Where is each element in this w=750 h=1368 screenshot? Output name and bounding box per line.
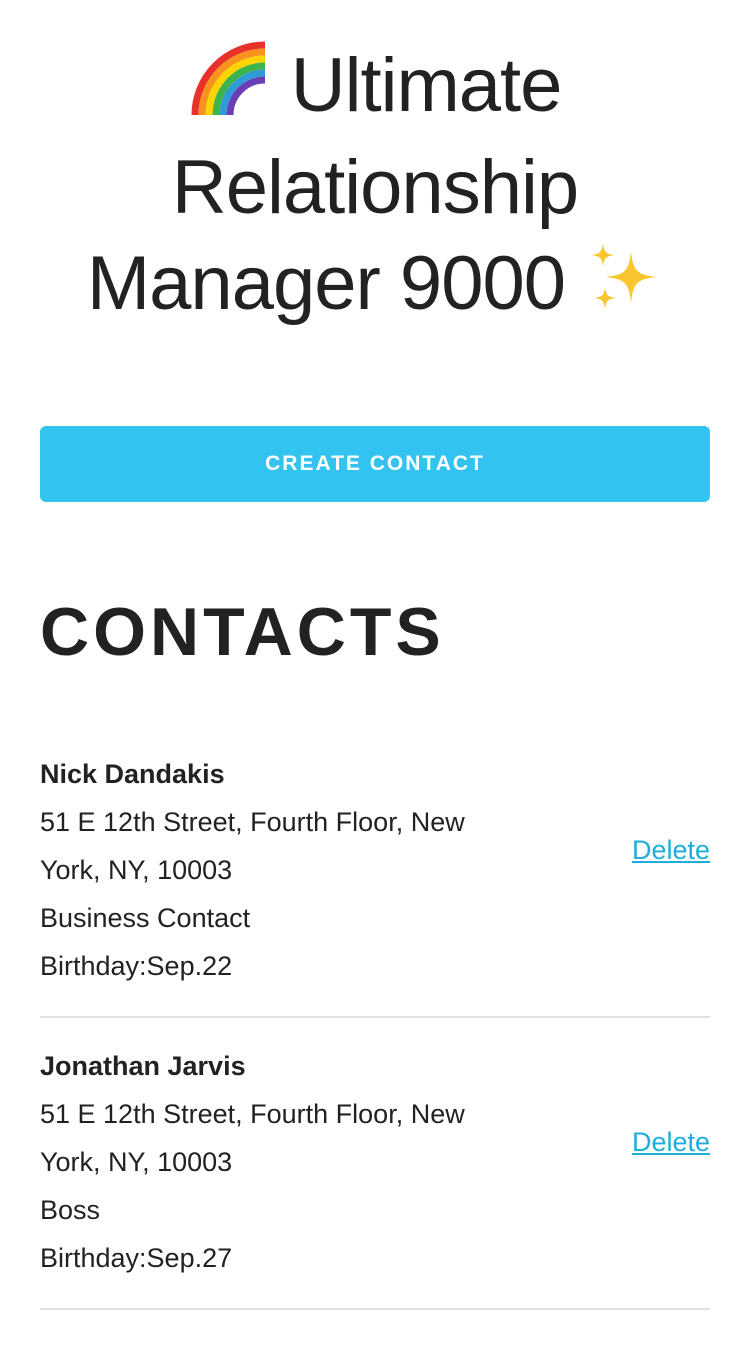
contact-item: Jonathan Jarvis 51 E 12th Street, Fourth…	[40, 1042, 710, 1310]
contacts-heading: CONTACTS	[40, 594, 445, 670]
page-title: Ultimate Relationship Manager 9000	[40, 0, 710, 338]
contact-item: Nick Dandakis 51 E 12th Street, Fourth F…	[40, 750, 710, 1018]
title-line-1: Ultimate	[40, 38, 710, 140]
contact-name: Nick Dandakis	[40, 759, 225, 789]
rainbow-icon	[189, 39, 271, 140]
title-word-3: Manager 9000	[86, 241, 566, 326]
contact-address: 51 E 12th Street, Fourth Floor, New York…	[40, 807, 465, 885]
contact-relationship: Boss	[40, 1195, 101, 1225]
title-line-3: Manager 9000	[40, 236, 710, 338]
create-contact-button[interactable]: CREATE CONTACT	[40, 426, 710, 502]
contact-birthday: Birthday:Sep.27	[40, 1243, 233, 1273]
contact-relationship: Business Contact	[40, 903, 251, 933]
delete-link[interactable]: Delete	[632, 826, 710, 874]
contact-address: 51 E 12th Street, Fourth Floor, New York…	[40, 1099, 465, 1177]
title-word-1: Ultimate	[290, 43, 563, 128]
delete-link[interactable]: Delete	[632, 1118, 710, 1166]
title-line-2: Relationship	[171, 145, 579, 230]
contact-name: Jonathan Jarvis	[40, 1051, 246, 1081]
contact-birthday: Birthday:Sep.22	[40, 951, 233, 981]
app-container: Ultimate Relationship Manager 9000 CREAT…	[40, 0, 710, 1334]
contact-list: Nick Dandakis 51 E 12th Street, Fourth F…	[40, 750, 710, 1310]
sparkles-icon	[585, 241, 663, 338]
